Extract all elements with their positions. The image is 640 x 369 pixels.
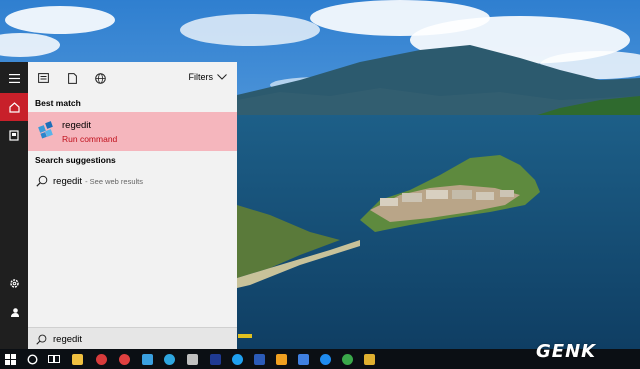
app-icon-2[interactable] xyxy=(117,352,131,366)
genk-watermark: GENK xyxy=(536,341,597,362)
task-view-icon[interactable] xyxy=(47,352,61,366)
documents-icon[interactable] xyxy=(0,121,28,149)
app-icon-4[interactable] xyxy=(185,352,199,366)
chrome-icon[interactable] xyxy=(340,352,354,366)
documents-filter-icon[interactable] xyxy=(65,71,79,85)
home-icon[interactable] xyxy=(0,93,28,121)
filter-toolbar: Filters xyxy=(28,62,237,94)
apps-filter-icon[interactable] xyxy=(36,71,50,85)
search-input[interactable]: regedit xyxy=(53,334,82,345)
file-explorer-icon[interactable] xyxy=(70,352,84,366)
chevron-down-icon xyxy=(217,74,227,80)
best-match-heading: Best match xyxy=(35,98,81,108)
app-icon-11[interactable] xyxy=(362,352,376,366)
user-icon[interactable] xyxy=(0,298,28,326)
best-match-result[interactable]: regedit Run command xyxy=(28,112,237,151)
app-icon-9[interactable] xyxy=(296,352,310,366)
telegram-icon[interactable] xyxy=(162,352,176,366)
skype-icon[interactable] xyxy=(230,352,244,366)
hamburger-icon[interactable] xyxy=(0,64,28,92)
windows-start-icon[interactable] xyxy=(3,352,17,366)
start-rail xyxy=(0,62,28,349)
settings-icon[interactable] xyxy=(0,269,28,297)
filters-label: Filters xyxy=(188,72,214,82)
best-match-subtitle: Run command xyxy=(62,134,118,144)
search-icon xyxy=(36,334,47,345)
search-suggestions-heading: Search suggestions xyxy=(35,155,116,165)
web-filter-icon[interactable] xyxy=(93,71,107,85)
filters-dropdown[interactable]: Filters xyxy=(189,72,228,82)
best-match-title: regedit xyxy=(62,120,92,131)
suggestion-hint: - See web results xyxy=(85,176,144,186)
search-icon xyxy=(36,175,48,187)
messenger-icon[interactable] xyxy=(318,352,332,366)
app-icon-3[interactable] xyxy=(140,352,154,366)
search-box[interactable]: regedit xyxy=(28,327,237,350)
suggestion-item[interactable]: regedit - See web results xyxy=(28,170,237,192)
search-results-panel: Filters Best match regedit Run command S… xyxy=(28,62,237,349)
word-icon[interactable] xyxy=(252,352,266,366)
app-icon-1[interactable] xyxy=(94,352,108,366)
photoshop-icon[interactable] xyxy=(208,352,222,366)
cortana-icon[interactable] xyxy=(25,352,39,366)
regedit-icon xyxy=(37,120,57,140)
app-icon-7[interactable] xyxy=(274,352,288,366)
suggestion-text: regedit xyxy=(53,175,83,187)
